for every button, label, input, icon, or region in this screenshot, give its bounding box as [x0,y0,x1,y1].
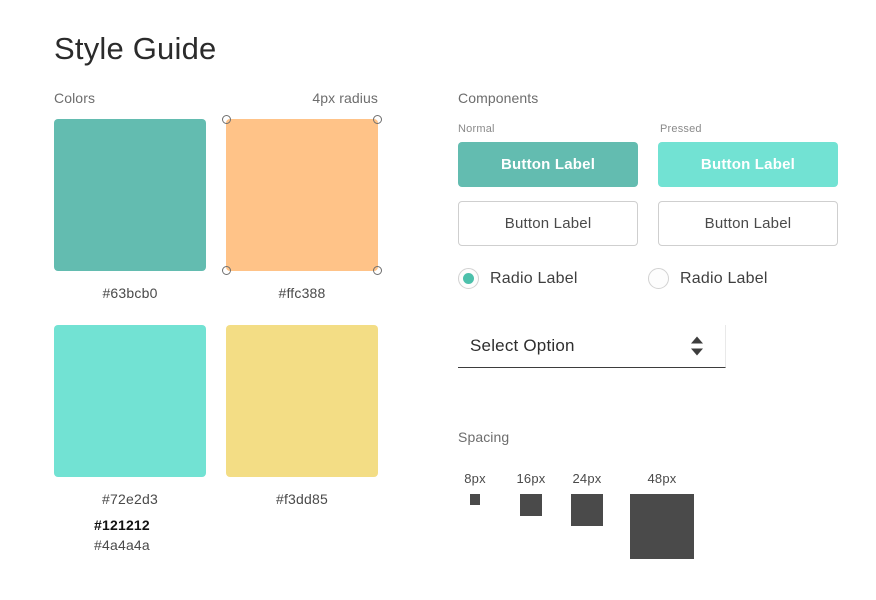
select-value: Select Option [470,336,575,355]
primary-button-row: Button Label Button Label [458,142,839,187]
swatch-box-wrap[interactable] [54,119,206,271]
resize-handle-top-left-icon[interactable] [222,115,231,124]
resize-handle-top-right-icon[interactable] [373,115,382,124]
radio-row: Radio Label Radio Label [458,268,838,289]
spacing-heading: Spacing [458,429,510,445]
spacing-box [469,494,481,505]
color-swatch-item[interactable]: #63bcb0 [54,119,206,301]
radio-label-unselected: Radio Label [680,269,768,287]
state-label-normal: Normal [458,123,495,135]
color-swatch[interactable] [226,119,378,271]
spacing-scale-row: 8px 16px 24px 48px [458,471,695,559]
select-option-dropdown[interactable]: Select Option [458,325,726,368]
radio-unselected[interactable]: Radio Label [648,268,838,289]
colors-heading: Colors [54,90,96,106]
spacing-section: Spacing 8px 16px 24px 48px [458,429,695,559]
radio-dot-icon [463,273,474,284]
color-swatch-label: #72e2d3 [102,491,158,507]
spacing-item: 16px [514,471,548,516]
primary-button-pressed[interactable]: Button Label [657,142,839,187]
radio-mark-checked-icon[interactable] [458,268,479,289]
spacing-box [629,494,695,559]
spacing-item: 24px [570,471,604,527]
components-heading: Components [458,90,539,106]
spacing-label: 16px [516,471,546,486]
primary-button-normal[interactable]: Button Label [458,142,639,187]
chevron-down-icon[interactable] [691,348,703,356]
color-swatch-grid: #63bcb0 #ffc388 #72e2d3 #f3dd85 [54,115,382,507]
color-swatch-item[interactable]: #ffc388 [222,115,382,301]
radio-mark-unchecked-icon[interactable] [648,268,669,289]
spacing-label: 48px [647,471,677,486]
chevron-up-icon[interactable] [691,336,703,344]
spacing-label: 8px [464,471,486,486]
swatch-box-wrap[interactable] [226,325,378,477]
color-swatch-label: #f3dd85 [275,491,328,507]
page-title: Style Guide [54,31,217,66]
spacing-box [520,494,542,516]
color-swatch-label: #ffc388 [278,285,326,301]
radio-label-selected: Radio Label [490,269,578,287]
colors-section: Colors 4px radius #63bcb0 #ffc388 #72e2d… [54,90,382,507]
state-label-pressed: Pressed [660,123,702,135]
color-swatch[interactable] [226,325,378,477]
button-state-labels: Normal Pressed [458,123,838,135]
spacing-label: 24px [572,471,602,486]
spacing-box [570,494,604,527]
color-swatch-item[interactable]: #72e2d3 [54,325,206,507]
radius-note: 4px radius [312,90,378,106]
radio-selected[interactable]: Radio Label [458,268,648,289]
text-color-gray-label: #4a4a4a [94,537,150,553]
outline-button-row: Button Label Button Label [458,201,839,246]
swatch-box-wrap[interactable] [54,325,206,477]
components-section: Components Normal Pressed Button Label B… [458,90,839,368]
swatch-box-wrap[interactable] [222,115,382,275]
colors-header: Colors 4px radius [54,90,378,106]
spacing-item: 48px [629,471,695,559]
text-color-samples: #121212 #4a4a4a [94,515,150,555]
stepper-icons[interactable] [691,336,703,356]
spacing-item: 8px [458,471,492,505]
text-color-dark-label: #121212 [94,517,150,533]
color-swatch[interactable] [54,325,206,477]
color-swatch-label: #63bcb0 [102,285,158,301]
color-swatch-item[interactable]: #f3dd85 [226,325,378,507]
resize-handle-bottom-right-icon[interactable] [373,266,382,275]
resize-handle-bottom-left-icon[interactable] [222,266,231,275]
color-swatch[interactable] [54,119,206,271]
outline-button-pressed[interactable]: Button Label [657,201,839,246]
outline-button-normal[interactable]: Button Label [458,201,639,246]
